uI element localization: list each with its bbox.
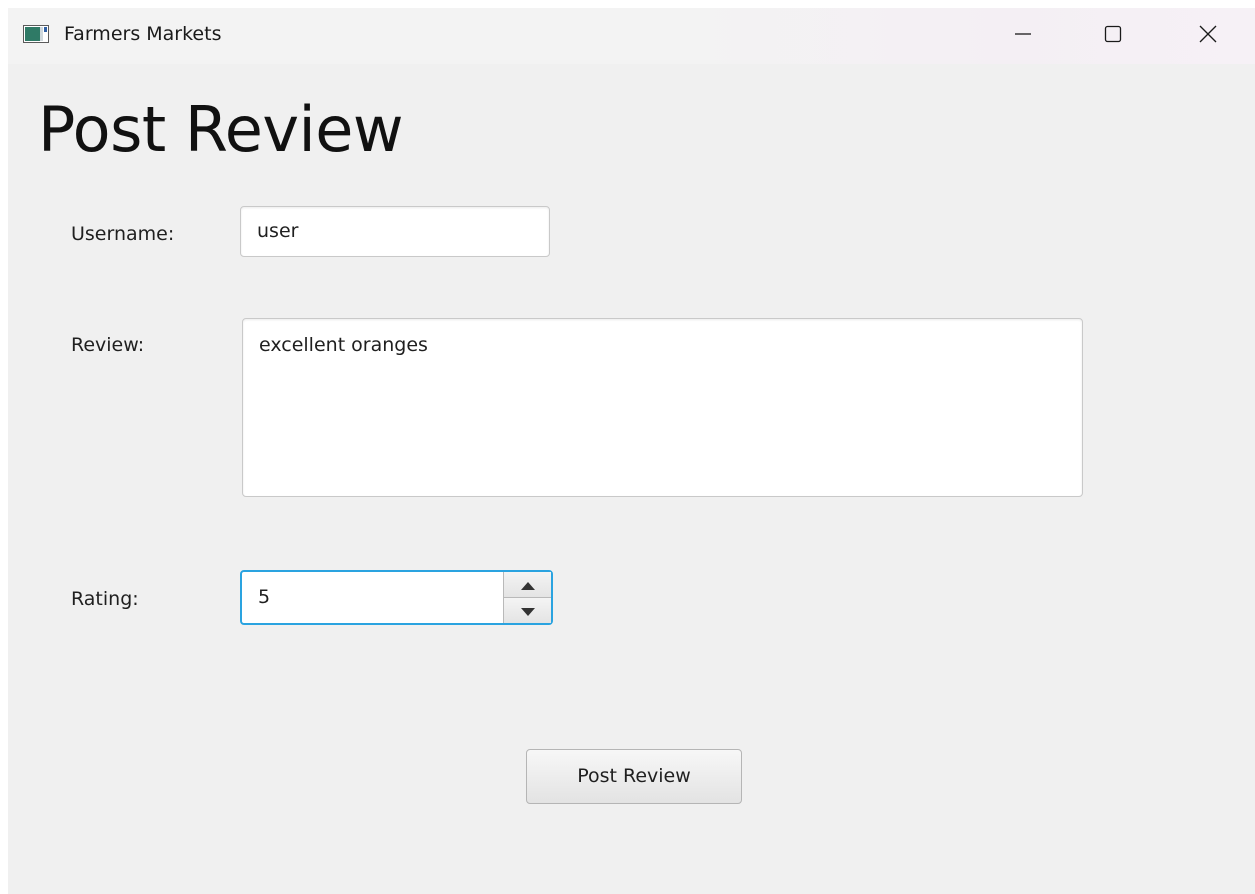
title-bar[interactable]: Farmers Markets: [8, 8, 1255, 64]
app-window: Farmers Markets Post Review Username: us…: [8, 8, 1255, 894]
minimize-icon: [1013, 24, 1033, 48]
window-title: Farmers Markets: [64, 23, 222, 45]
maximize-button[interactable]: [1066, 8, 1160, 64]
rating-decrement-button[interactable]: [504, 598, 551, 623]
rating-increment-button[interactable]: [504, 572, 551, 598]
username-input[interactable]: user: [240, 206, 550, 257]
username-label: Username:: [71, 223, 175, 245]
close-icon: [1198, 24, 1218, 48]
post-review-button[interactable]: Post Review: [526, 749, 742, 804]
page-title: Post Review: [38, 93, 404, 166]
minimize-button[interactable]: [976, 8, 1070, 64]
close-button[interactable]: [1161, 8, 1255, 64]
app-window-icon: [23, 25, 49, 43]
rating-value[interactable]: 5: [258, 572, 270, 623]
chevron-up-icon: [520, 575, 535, 594]
review-textarea[interactable]: excellent oranges: [242, 318, 1083, 497]
rating-spinner[interactable]: 5: [240, 570, 553, 625]
review-label: Review:: [71, 334, 145, 356]
chevron-down-icon: [520, 601, 535, 620]
rating-label: Rating:: [71, 588, 139, 610]
maximize-icon: [1103, 24, 1123, 48]
rating-spinner-buttons: [503, 572, 551, 623]
